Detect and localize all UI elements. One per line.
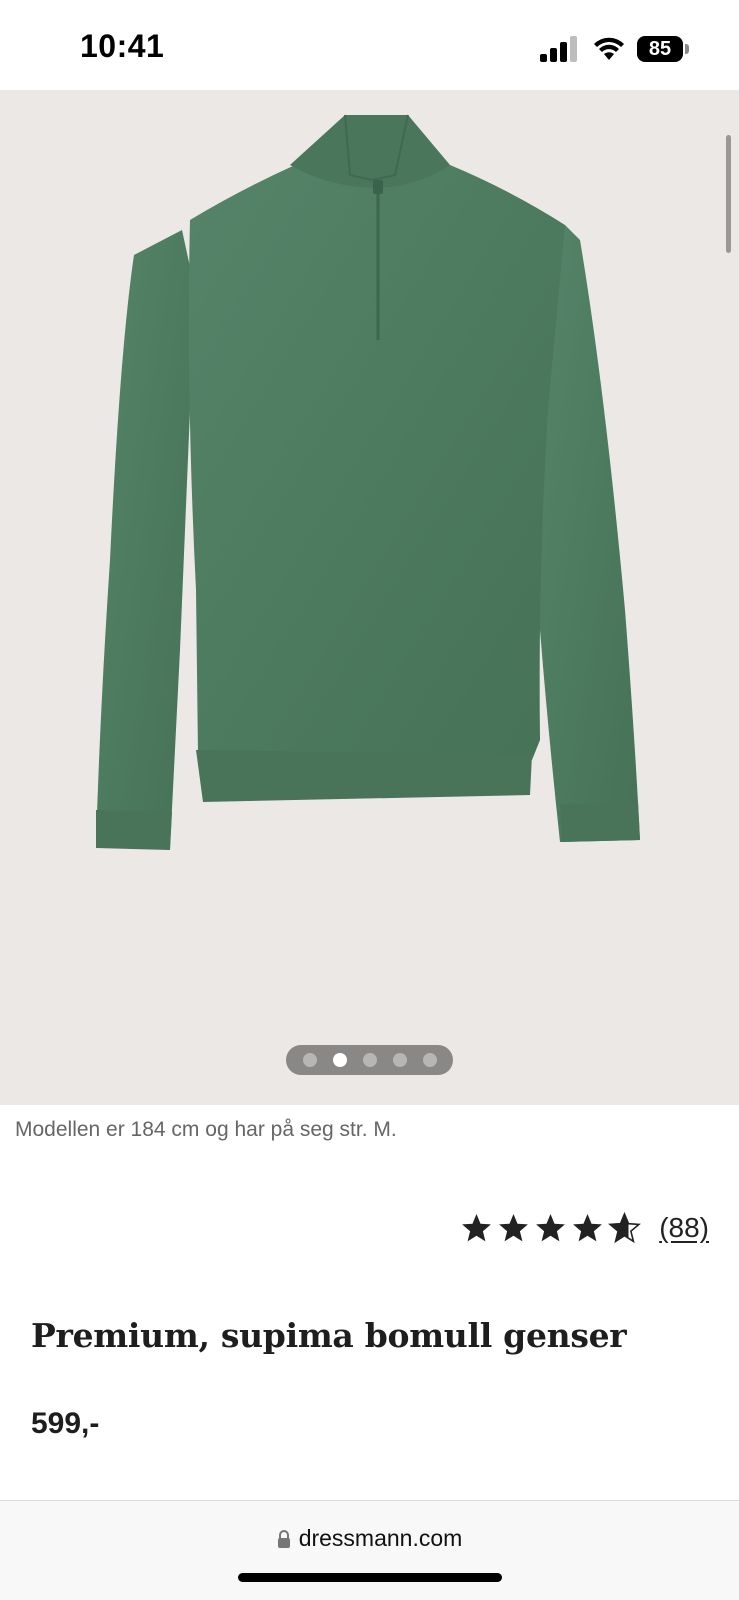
lock-icon [277, 1529, 290, 1548]
url-display[interactable]: dressmann.com [0, 1525, 739, 1552]
product-rating[interactable]: (88) [460, 1212, 709, 1244]
home-indicator[interactable] [238, 1573, 502, 1582]
status-time: 10:41 [80, 28, 165, 64]
url-text: dressmann.com [298, 1525, 463, 1551]
carousel-dot[interactable] [362, 1053, 377, 1067]
product-image-carousel[interactable] [0, 90, 739, 1105]
product-price: 599,- [31, 1407, 100, 1440]
scroll-indicator[interactable] [726, 135, 731, 253]
model-caption: Modellen er 184 cm og har på seg str. M. [15, 1118, 397, 1141]
status-bar: 10:41 85 [0, 0, 739, 90]
signal-icon [540, 36, 577, 62]
carousel-dot-active[interactable] [332, 1053, 347, 1067]
wifi-icon [594, 37, 624, 60]
star-icon [573, 1214, 603, 1242]
battery-icon: 85 [637, 36, 689, 62]
star-icon [536, 1214, 566, 1242]
carousel-pagination[interactable] [286, 1045, 453, 1075]
star-half-icon [608, 1212, 642, 1244]
battery-level: 85 [648, 38, 672, 60]
rating-count-link[interactable]: (88) [659, 1212, 709, 1244]
browser-url-bar[interactable]: dressmann.com [0, 1500, 739, 1600]
carousel-dot[interactable] [302, 1053, 317, 1067]
carousel-dot[interactable] [422, 1053, 437, 1067]
product-title: Premium, supima bomull genser [31, 1316, 627, 1355]
star-icon [499, 1214, 529, 1242]
carousel-dot[interactable] [392, 1053, 407, 1067]
star-icon [462, 1214, 492, 1242]
product-image [96, 114, 640, 850]
